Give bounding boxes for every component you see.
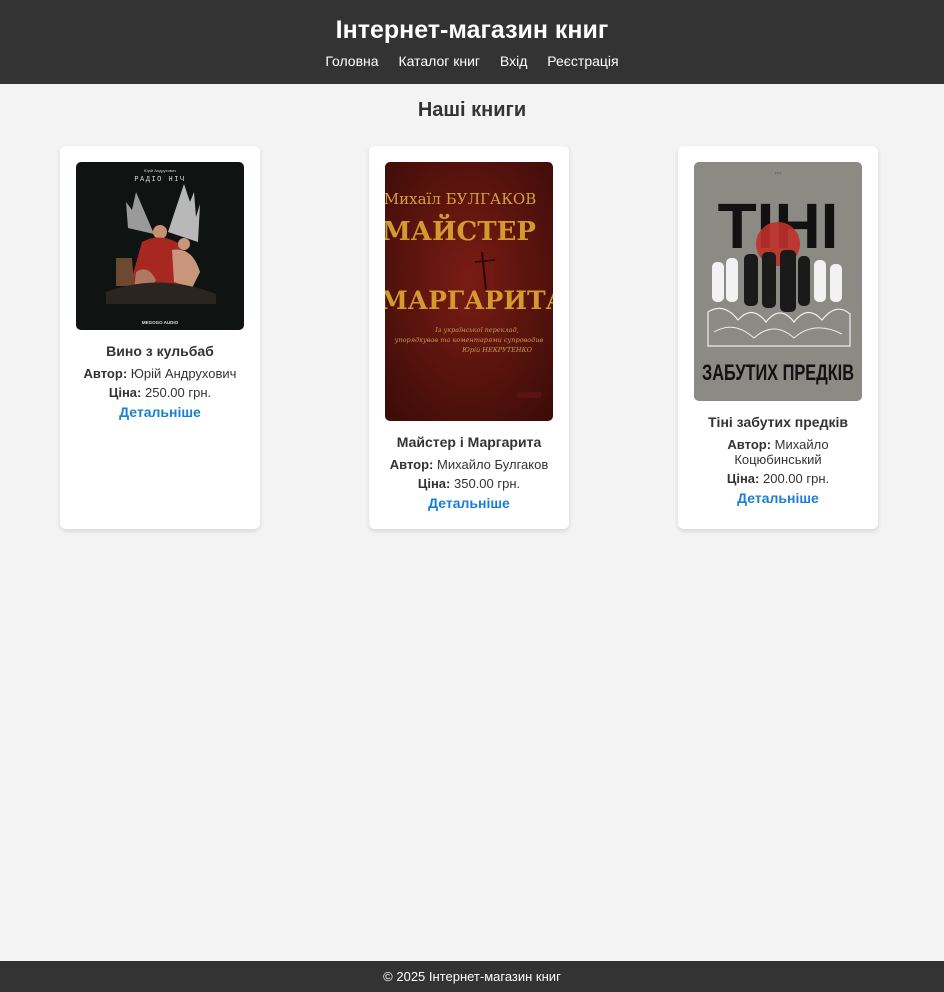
svg-text:упорядкував та коментарями суп: упорядкував та коментарями супроводив bbox=[394, 336, 544, 344]
book-author: Автор: Михайло Булгаков bbox=[389, 457, 549, 472]
details-link[interactable]: Детальніше bbox=[119, 404, 201, 420]
book-author: Автор: Юрій Андрухович bbox=[83, 366, 237, 381]
book-card: Михаїл БУЛГАКОВ МАЙСТЕР МАРГАРИТА Із укр… bbox=[369, 146, 569, 529]
svg-text:Юрій НЕКРУТЕНКО: Юрій НЕКРУТЕНКО bbox=[461, 346, 533, 354]
book-title: Майстер і Маргарита bbox=[396, 434, 542, 450]
site-footer: © 2025 Інтернет-магазин книг bbox=[0, 961, 944, 992]
book-cover[interactable]: • • • ТІНІ ЗАБУТИХ ПРЕДК bbox=[694, 162, 862, 401]
book-author: Автор: Михайло Коцюбинський bbox=[727, 437, 829, 467]
main-nav: Головна Каталог книг Вхід Реєстрація bbox=[0, 53, 944, 69]
site-title: Інтернет-магазин книг bbox=[335, 16, 609, 44]
book-grid: Юрій Андрухович РАДІО НІЧ MEGOGO AUDIO В… bbox=[0, 146, 944, 530]
site-header: Інтернет-магазин книг Головна Каталог кн… bbox=[0, 0, 944, 84]
svg-text:MEGOGO AUDIO: MEGOGO AUDIO bbox=[142, 320, 179, 325]
svg-text:МАЙСТЕР: МАЙСТЕР bbox=[385, 214, 536, 247]
nav-link-register[interactable]: Реєстрація bbox=[547, 53, 618, 69]
book-card: • • • ТІНІ ЗАБУТИХ ПРЕДК bbox=[678, 146, 878, 529]
svg-text:Із української переклад,: Із української переклад, bbox=[434, 326, 518, 334]
book-price: Ціна: 250.00 грн. bbox=[108, 385, 212, 400]
details-link[interactable]: Детальніше bbox=[428, 495, 510, 511]
svg-text:Юрій Андрухович: Юрій Андрухович bbox=[144, 168, 177, 173]
details-link[interactable]: Детальніше bbox=[737, 490, 819, 506]
section-title: Наші книги bbox=[417, 99, 527, 121]
book-price: Ціна: 350.00 грн. bbox=[417, 476, 521, 491]
svg-text:МАРГАРИТА: МАРГАРИТА bbox=[385, 286, 553, 315]
footer-copyright: © 2025 Інтернет-магазин книг bbox=[383, 969, 561, 984]
svg-text:РАДІО НІЧ: РАДІО НІЧ bbox=[134, 176, 185, 184]
nav-link-login[interactable]: Вхід bbox=[500, 53, 527, 69]
book-cover[interactable]: Юрій Андрухович РАДІО НІЧ MEGOGO AUDIO bbox=[76, 162, 244, 330]
book-price: Ціна: 200.00 грн. bbox=[726, 471, 830, 486]
book-card: Юрій Андрухович РАДІО НІЧ MEGOGO AUDIO В… bbox=[60, 146, 260, 529]
book-title: Вино з кульбаб bbox=[106, 343, 214, 359]
svg-text:• • •: • • • bbox=[775, 171, 781, 175]
svg-text:Михаїл БУЛГАКОВ: Михаїл БУЛГАКОВ bbox=[385, 190, 536, 208]
book-cover[interactable]: Михаїл БУЛГАКОВ МАЙСТЕР МАРГАРИТА Із укр… bbox=[385, 162, 553, 421]
nav-link-home[interactable]: Головна bbox=[325, 53, 378, 69]
svg-text:ЗАБУТИХ ПРЕДКІВ: ЗАБУТИХ ПРЕДКІВ bbox=[702, 360, 854, 385]
nav-link-catalog[interactable]: Каталог книг bbox=[398, 53, 480, 69]
book-title: Тіні забутих предків bbox=[708, 414, 848, 430]
